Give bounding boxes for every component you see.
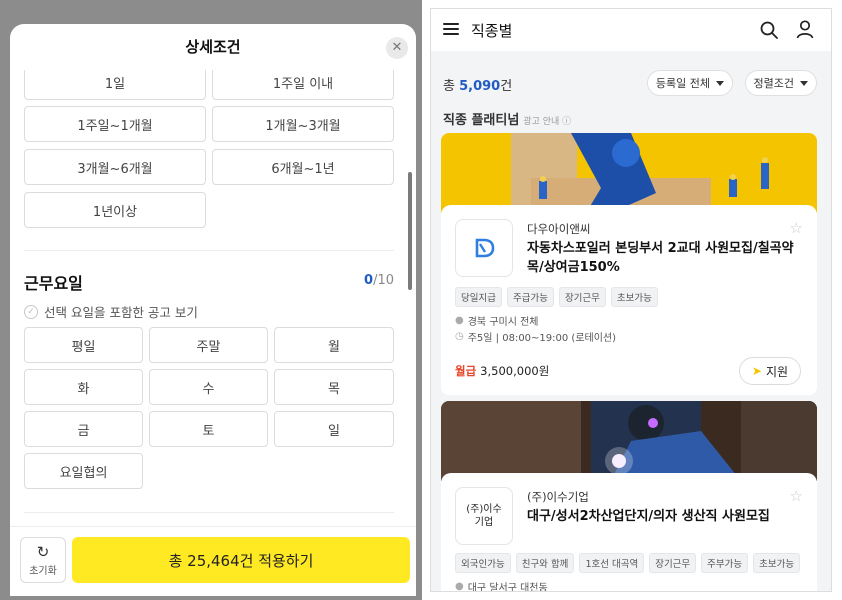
ad-info-link[interactable]: 광고 안내 ⓘ: [523, 117, 571, 127]
card-body: 다우아이앤씨 자동차스포일러 본딩부서 2교대 사원모집/칠곡약목/상여금150…: [441, 205, 817, 395]
tag: 장기근무: [558, 287, 606, 307]
period-option[interactable]: 1년이상: [24, 192, 206, 228]
tag: 주부가능: [701, 553, 749, 573]
tag: 당일지급: [455, 287, 502, 307]
send-icon: ➤: [751, 364, 762, 378]
section-divider: [24, 250, 394, 251]
refresh-icon: ↻: [36, 542, 50, 561]
schedule: ◷ 주5일 | 08:00~19:00 (로테이션): [455, 331, 617, 344]
tag: 초보가능: [753, 553, 801, 573]
filter-scroll-area[interactable]: 1일 1주일 이내 1주일~1개월 1개월~3개월 3개월~6개월 6개월~1년…: [10, 70, 416, 530]
location: ● 대구 달서구 대천동: [455, 581, 548, 592]
dim-overlay[interactable]: 상세조건 ✕ 1일 1주일 이내 1주일~1개월 1개월~3개월 3개월~6개월…: [0, 0, 422, 600]
workday-section-title: 근무요일: [24, 274, 83, 293]
period-option[interactable]: 3개월~6개월: [24, 149, 206, 185]
workday-option[interactable]: 토: [149, 411, 268, 447]
job-card[interactable]: (주)이수기업 (주)이수기업 대구/성서2차산업단지/의자 생산직 사원모집 …: [441, 401, 817, 592]
workday-option[interactable]: 평일: [24, 327, 143, 363]
check-icon: ✓: [24, 304, 38, 319]
company-name: (주)이수기업: [527, 490, 589, 504]
job-title-link[interactable]: 자동차스포일러 본딩부서 2교대 사원모집/칠곡약목/상여금150%: [527, 239, 797, 277]
apply-button[interactable]: ➤ 지원: [739, 357, 801, 385]
location-pin-icon: ●: [455, 315, 464, 326]
tag: 친구와 함께: [515, 553, 575, 573]
star-icon[interactable]: ☆: [790, 487, 803, 505]
sheet-footer: ↻ 초기화 총 25,464건 적용하기: [10, 526, 416, 596]
tag: 외국인가능: [455, 553, 511, 573]
workday-option[interactable]: 금: [24, 411, 143, 447]
job-list-screen: 직종별 총 5,090건 등록일 전체 정렬조건 직종 플래티넘광고 안내 ⓘ: [430, 8, 832, 592]
search-icon[interactable]: [759, 20, 779, 40]
user-icon[interactable]: [795, 19, 815, 39]
workday-option[interactable]: 수: [149, 369, 268, 405]
platinum-section-label: 직종 플래티넘 광고 안내 ⓘ: [443, 113, 572, 128]
salary: 월급 3,500,000원: [455, 364, 550, 378]
tag-list: 당일지급 주급가능 장기근무 초보가능: [455, 287, 658, 307]
close-icon[interactable]: ✕: [386, 37, 408, 59]
total-count: 총 5,090건: [443, 79, 513, 94]
top-header: 직종별: [431, 9, 831, 51]
workday-option[interactable]: 일: [274, 411, 394, 447]
reset-label: 초기화: [29, 565, 57, 577]
card-banner-image: [441, 401, 817, 481]
workday-option[interactable]: 목: [274, 369, 394, 405]
tag: 주급가능: [506, 287, 554, 307]
workday-count: 0/10: [364, 273, 394, 288]
page-title: 직종별: [471, 22, 513, 40]
workday-option[interactable]: 요일협의: [24, 453, 143, 489]
apply-filter-button[interactable]: 총 25,464건 적용하기: [72, 537, 410, 583]
workday-option[interactable]: 주말: [149, 327, 268, 363]
scrollbar[interactable]: [408, 172, 412, 290]
tag: 초보가능: [610, 287, 658, 307]
period-option[interactable]: 1개월~3개월: [212, 106, 394, 142]
company-name: 다우아이앤씨: [527, 222, 591, 236]
tag-list: 외국인가능 친구와 함께 1호선 대곡역 장기근무 주부가능 초보가능: [455, 553, 801, 573]
section-divider: [24, 512, 394, 513]
job-card[interactable]: 다우아이앤씨 자동차스포일러 본딩부서 2교대 사원모집/칠곡약목/상여금150…: [441, 133, 817, 395]
tag: 장기근무: [649, 553, 697, 573]
sheet-title: 상세조건: [185, 38, 241, 56]
location-pin-icon: ●: [455, 581, 464, 592]
check-label: 선택 요일을 포함한 공고 보기: [44, 305, 198, 320]
job-title-link[interactable]: 대구/성서2차산업단지/의자 생산직 사원모집: [527, 507, 797, 526]
period-option[interactable]: 1주일 이내: [212, 70, 394, 100]
workday-option[interactable]: 월: [274, 327, 394, 363]
workday-option[interactable]: 화: [24, 369, 143, 405]
clock-icon: ◷: [455, 331, 464, 342]
date-filter-dropdown[interactable]: 등록일 전체: [646, 70, 733, 96]
card-banner-image: [441, 133, 817, 213]
reset-button[interactable]: ↻ 초기화: [20, 537, 66, 583]
period-option[interactable]: 1주일~1개월: [24, 106, 206, 142]
caret-down-icon: [716, 80, 724, 86]
include-selected-days-check[interactable]: ✓ 선택 요일을 포함한 공고 보기: [24, 302, 198, 321]
period-option[interactable]: 1일: [24, 70, 206, 100]
location: ● 경북 구미시 전체: [455, 315, 539, 328]
tag: 1호선 대곡역: [579, 553, 645, 573]
menu-icon[interactable]: [443, 23, 459, 35]
company-logo: [455, 219, 513, 277]
sort-dropdown[interactable]: 정렬조건: [744, 70, 817, 96]
company-logo: (주)이수기업: [455, 487, 513, 545]
caret-down-icon: [800, 80, 808, 86]
card-body: (주)이수기업 (주)이수기업 대구/성서2차산업단지/의자 생산직 사원모집 …: [441, 473, 817, 592]
period-option[interactable]: 6개월~1년: [212, 149, 394, 185]
detail-filter-sheet: 상세조건 ✕ 1일 1주일 이내 1주일~1개월 1개월~3개월 3개월~6개월…: [10, 24, 416, 596]
star-icon[interactable]: ☆: [790, 219, 803, 237]
